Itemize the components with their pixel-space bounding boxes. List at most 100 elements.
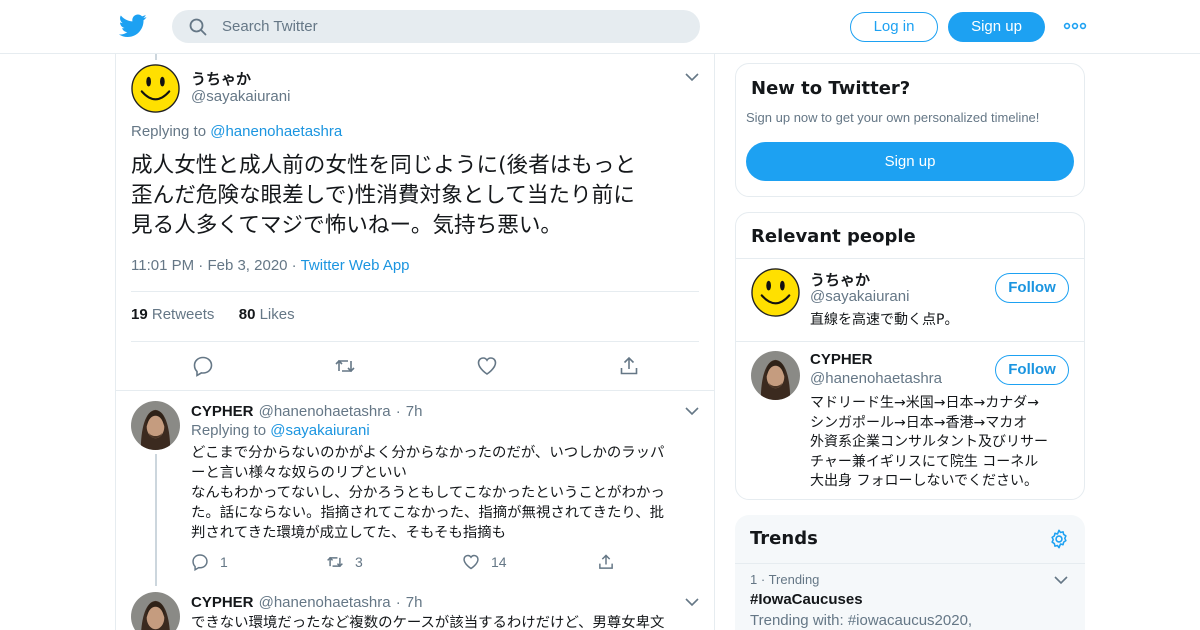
- bio-line: シンガポール→日本→香港→マカオ: [810, 414, 1028, 431]
- chevron-down-icon[interactable]: [685, 72, 699, 82]
- thread-connector: [155, 454, 157, 586]
- retweet-action[interactable]: 3: [326, 553, 363, 571]
- divider: [131, 341, 699, 342]
- retweets-count: 19: [131, 306, 148, 323]
- bio-line: マドリード生→米国→日本→カナダ→: [810, 395, 1039, 411]
- replying-to-link[interactable]: @hanenohaetashra: [210, 123, 342, 140]
- twitter-logo-icon[interactable]: [119, 14, 147, 38]
- reply-icon[interactable]: [192, 355, 214, 377]
- chevron-down-icon[interactable]: [1054, 575, 1068, 585]
- share-icon[interactable]: [618, 355, 640, 377]
- reply-action[interactable]: 1: [191, 553, 228, 571]
- tweet-text: どこまで分からないのかがよく分からなかったのだが、いつしかのラッパ ーと言い様々…: [191, 443, 691, 543]
- more-icon[interactable]: [1063, 20, 1087, 32]
- divider: [736, 341, 1084, 342]
- share-icon: [599, 554, 613, 569]
- tweet-text-line: 見る人多くてマジで怖いねー。気持ち悪い。: [131, 213, 563, 238]
- signup-button[interactable]: Sign up: [746, 142, 1074, 181]
- likes-label: Likes: [259, 306, 295, 323]
- trend-label: Trending: [768, 572, 820, 587]
- retweet-count: 3: [355, 554, 363, 570]
- tweet-text-line: なんもわかってないし、分かろうともしてこなかったということがわかっ: [191, 485, 665, 501]
- person-name[interactable]: うちゃか: [810, 269, 870, 290]
- divider: [116, 390, 714, 391]
- trend-context: Trending with: #iowacaucus2020,: [750, 612, 973, 629]
- person-handle[interactable]: @hanenohaetashra: [810, 370, 942, 387]
- search-input[interactable]: [222, 10, 682, 43]
- author-name[interactable]: うちゃか: [191, 68, 251, 89]
- divider: [736, 258, 1084, 259]
- tweet-source[interactable]: Twitter Web App: [301, 257, 410, 274]
- search-box: [172, 10, 700, 43]
- reply-count: 1: [220, 554, 228, 570]
- retweets-label: Retweets: [151, 306, 215, 323]
- trend-name[interactable]: #IowaCaucuses: [750, 591, 863, 608]
- retweets-stat[interactable]: 19 Retweets: [131, 306, 214, 323]
- bio-line: 大出身 フォローしないでください。: [810, 473, 1039, 489]
- bio-line: 直線を高速で動く点P。: [810, 312, 959, 328]
- likes-stat[interactable]: 80 Likes: [239, 306, 295, 323]
- thread-connector: [155, 54, 157, 60]
- avatar[interactable]: [751, 268, 800, 317]
- tweet-age[interactable]: 7h: [406, 594, 423, 611]
- new-to-twitter-card: New to Twitter? Sign up now to get your …: [735, 63, 1085, 197]
- separator-dot: ·: [760, 572, 769, 587]
- tweet-text-line: できない環境だったなど複数のケースが該当するわけだけど、男尊女卑文: [191, 615, 665, 630]
- person-bio: マドリード生→米国→日本→カナダ→ シンガポール→日本→香港→マカオ 外資系企業…: [810, 394, 1072, 492]
- card-title: Trends: [750, 528, 818, 549]
- tweet-date[interactable]: Feb 3, 2020: [207, 257, 287, 274]
- author-handle[interactable]: @hanenohaetashra: [259, 403, 391, 420]
- avatar[interactable]: [131, 401, 180, 450]
- settings-icon[interactable]: [1048, 528, 1070, 550]
- author-name[interactable]: CYPHER: [191, 403, 254, 420]
- tweet-text: 成人女性と成人前の女性を同じように(後者はもっと 歪んだ危険な眼差しで)性消費対…: [131, 151, 701, 241]
- chevron-down-icon[interactable]: [685, 406, 699, 416]
- avatar[interactable]: [131, 64, 180, 113]
- retweet-icon: [327, 556, 343, 568]
- signup-button[interactable]: Sign up: [948, 12, 1045, 42]
- separator-dot: ·: [395, 403, 401, 420]
- follow-button[interactable]: Follow: [995, 355, 1069, 385]
- avatar[interactable]: [751, 351, 800, 400]
- tweet-age[interactable]: 7h: [406, 403, 423, 420]
- like-action[interactable]: 14: [462, 553, 507, 571]
- tweet-text: できない環境だったなど複数のケースが該当するわけだけど、男尊女卑文: [191, 613, 691, 630]
- follow-button[interactable]: Follow: [995, 273, 1069, 303]
- tweet-text-line: ーと言い様々な奴らのリプといい: [191, 465, 407, 481]
- reply-icon: [192, 554, 208, 571]
- like-count: 14: [491, 554, 507, 570]
- tweet-text-line: た。話にならない。指摘されてこなかった、指摘が無視されてきたり、批: [191, 505, 665, 521]
- replying-to-link[interactable]: @sayakaiurani: [270, 422, 369, 439]
- share-action[interactable]: [597, 553, 626, 571]
- top-navigation-bar: Log in Sign up: [0, 0, 1200, 54]
- tweet-text-line: どこまで分からないのかがよく分からなかったのだが、いつしかのラッパ: [191, 445, 665, 461]
- replying-to: Replying to @hanenohaetashra: [131, 123, 342, 140]
- like-icon[interactable]: [476, 355, 498, 377]
- person-name[interactable]: CYPHER: [810, 351, 873, 368]
- reply-header: CYPHER @hanenohaetashra · 7h: [191, 592, 422, 611]
- trend-rank: 1: [750, 572, 758, 587]
- login-button[interactable]: Log in: [850, 12, 938, 42]
- separator-dot: ·: [395, 594, 401, 611]
- card-subtitle: Sign up now to get your own personalized…: [746, 110, 1040, 125]
- likes-count: 80: [238, 306, 256, 323]
- avatar[interactable]: [131, 592, 180, 630]
- chevron-down-icon[interactable]: [685, 597, 699, 607]
- tweet-stats: 19 Retweets 80 Likes: [131, 306, 295, 323]
- person-handle[interactable]: @sayakaiurani: [810, 288, 909, 305]
- relevant-people-card: Relevant people うちゃか @sayakaiurani Follo…: [735, 212, 1085, 500]
- tweet-text-line: 成人女性と成人前の女性を同じように(後者はもっと: [131, 153, 637, 178]
- replying-to: Replying to @sayakaiurani: [191, 422, 370, 439]
- tweet-timestamp: 11:01 PM · Feb 3, 2020 · Twitter Web App: [131, 257, 410, 274]
- author-handle[interactable]: @hanenohaetashra: [259, 594, 391, 611]
- search-icon: [189, 18, 207, 36]
- author-handle[interactable]: @sayakaiurani: [191, 88, 290, 105]
- author-name[interactable]: CYPHER: [191, 594, 254, 611]
- person-bio: 直線を高速で動く点P。: [810, 311, 1072, 331]
- retweet-icon[interactable]: [334, 355, 356, 377]
- trend-meta: 1 · Trending: [750, 572, 819, 587]
- separator-dot: ·: [291, 257, 301, 274]
- tweet-time[interactable]: 11:01 PM: [131, 257, 194, 274]
- tweet-thread: うちゃか @sayakaiurani Replying to @hanenoha…: [115, 54, 715, 630]
- replying-prefix: Replying to: [191, 422, 271, 439]
